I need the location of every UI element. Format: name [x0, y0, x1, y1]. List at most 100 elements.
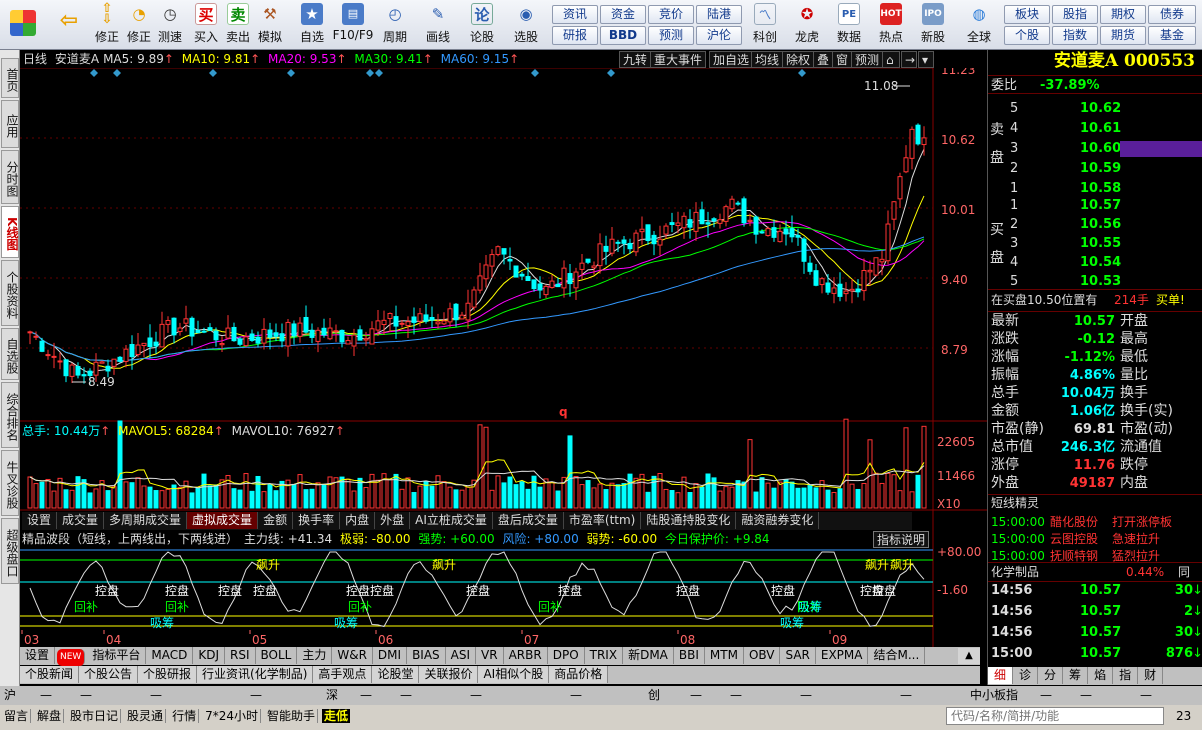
hot-button[interactable]: HOT 热点 [872, 2, 910, 48]
status-quotes[interactable]: 行情 [170, 709, 200, 723]
btab-mtm[interactable]: MTM [705, 647, 744, 664]
sell-level[interactable]: 4 10.61 [988, 119, 1202, 138]
data-button[interactable]: PE 数据 [830, 2, 868, 48]
tab-inner[interactable]: 内盘 [340, 512, 376, 529]
tab-turnover[interactable]: 换手率 [293, 512, 341, 529]
auction-button[interactable]: 竞价 [648, 5, 694, 24]
kline-chart[interactable]: 控盘回补控盘回补控盘 控盘吸筹 吸筹飙升控盘 控盘回补飙升控盘 控盘回补控盘 控盘 控盘吸筹… [20, 68, 987, 648]
info-tab-news[interactable]: 个股新闻 [20, 666, 80, 683]
buy-level[interactable]: 4 10.54 [988, 253, 1202, 272]
nav-ranking[interactable]: 综合排名 [1, 382, 19, 448]
status-247[interactable]: 7*24小时 [203, 709, 261, 723]
tag-add-watchlist[interactable]: 加自选 [709, 51, 754, 68]
arrow-icon[interactable]: → [901, 51, 917, 68]
tab-margin[interactable]: 融资融券变化 [736, 512, 820, 529]
period-button[interactable]: ◴ 周期 [376, 2, 414, 48]
detail-tab[interactable]: 诊 [1013, 667, 1039, 684]
tab-outer[interactable]: 外盘 [375, 512, 411, 529]
btab-dpo[interactable]: DPO [548, 647, 585, 664]
info-tab-announce[interactable]: 个股公告 [79, 666, 139, 683]
tab-volume[interactable]: 成交量 [57, 512, 105, 529]
detail-tab[interactable]: 指 [1113, 667, 1139, 684]
futures-button[interactable]: 期货 [1100, 26, 1146, 45]
btab-expma[interactable]: EXPMA [816, 647, 869, 664]
collapse-icon[interactable]: ▲ [958, 648, 980, 664]
index-futures-button[interactable]: 股指 [1052, 5, 1098, 24]
nav-apps[interactable]: 应用 [1, 100, 19, 148]
btab-asi[interactable]: ASI [446, 647, 477, 664]
tag-ma[interactable]: 均线 [751, 51, 784, 68]
status-lingtong[interactable]: 股灵通 [125, 709, 167, 723]
tab-virtual-volume[interactable]: 虚拟成交量 [187, 512, 259, 529]
tab-after-hours[interactable]: 盘后成交量 [493, 512, 564, 529]
buy-level[interactable]: 3 10.55 [988, 234, 1202, 253]
tag-exright[interactable]: 除权 [782, 51, 815, 68]
sell-level[interactable]: 2 10.59 [988, 159, 1202, 178]
btab-vr[interactable]: VR [476, 647, 504, 664]
tag-overlay[interactable]: 叠 [813, 51, 834, 68]
sz-label[interactable]: 深 [326, 686, 338, 705]
tab-ai-volume[interactable]: AI立桩成交量 [410, 512, 493, 529]
info-tab-ai-similar[interactable]: AI相似个股 [478, 666, 550, 683]
btab-macd[interactable]: MACD [146, 647, 194, 664]
options-button[interactable]: 期权 [1100, 5, 1146, 24]
bonds-button[interactable]: 债券 [1148, 5, 1196, 24]
forecast-button[interactable]: 预测 [648, 26, 694, 45]
btab-arbr[interactable]: ARBR [504, 647, 548, 664]
chevron-down-icon[interactable]: ▾ [918, 51, 934, 68]
industry-row[interactable]: 化学制品 0.44% 同 [988, 562, 1202, 582]
search-input[interactable] [946, 707, 1164, 725]
btab-platform[interactable]: 指标平台 [87, 647, 147, 664]
detail-tab[interactable]: 筹 [1063, 667, 1089, 684]
tag-major-event[interactable]: 重大事件 [650, 51, 707, 68]
btab-boll[interactable]: BOLL [256, 647, 298, 664]
indices-button[interactable]: 指数 [1052, 26, 1098, 45]
hk-connect-button[interactable]: 陆港 [696, 5, 742, 24]
back-button[interactable]: ⇦ [54, 2, 84, 48]
btab-obv[interactable]: OBV [744, 647, 781, 664]
buy-button[interactable]: 买买入 [190, 2, 222, 48]
buy-level[interactable]: 2 10.56 [988, 215, 1202, 234]
detail-tab[interactable]: 细 [988, 667, 1014, 684]
btab-dmi[interactable]: DMI [373, 647, 408, 664]
nav-home[interactable]: 首页 [1, 58, 19, 98]
indicator-explain-button[interactable]: 指标说明 [873, 531, 930, 548]
global-button[interactable]: ◍ 全球 [958, 2, 1000, 48]
tag-nine-turn[interactable]: 九转 [619, 51, 652, 68]
capital-button[interactable]: 资金 [600, 5, 646, 24]
lock-icon[interactable]: ⌂ [882, 51, 900, 68]
news-button[interactable]: 资讯 [552, 5, 598, 24]
btab-wr[interactable]: W&R [332, 647, 373, 664]
zxb-label[interactable]: 中小板指 [970, 686, 1018, 705]
detail-tab[interactable]: 财 [1138, 667, 1164, 684]
sell-level[interactable]: 5 10.62 [988, 99, 1202, 118]
measure-button[interactable]: ◷ 测速 [154, 2, 186, 48]
nav-super-quote[interactable]: 超级盘口 [1, 518, 19, 584]
btab-main-force[interactable]: 主力 [297, 647, 333, 664]
btab-sar[interactable]: SAR [780, 647, 816, 664]
nav-diagnose[interactable]: 牛叉诊股 [1, 450, 19, 516]
dragon-tiger-button[interactable]: ✪ 龙虎 [788, 2, 826, 48]
watchlist-button[interactable]: ★ 自选 [292, 2, 332, 48]
btab-bbi[interactable]: BBI [674, 647, 705, 664]
info-tab-forum[interactable]: 论股堂 [372, 666, 420, 683]
sh-label[interactable]: 沪 [4, 686, 16, 705]
btab-bias[interactable]: BIAS [407, 647, 446, 664]
fix-button-label[interactable]: ◔ 修正 [124, 2, 154, 48]
stocks-button[interactable]: 个股 [1004, 26, 1050, 45]
status-assistant[interactable]: 智能助手 [264, 709, 318, 723]
tab-pe[interactable]: 市盈率(ttm) [564, 512, 642, 529]
science-innovation-button[interactable]: 〽科创 [746, 2, 784, 48]
tab-multi-volume[interactable]: 多周期成交量 [104, 512, 188, 529]
tag-window[interactable]: 窗 [832, 51, 853, 68]
detail-tab[interactable]: 分 [1038, 667, 1064, 684]
sell-level[interactable]: 3 10.60 [988, 139, 1202, 158]
f10-button[interactable]: ▤ F10/F9 [332, 2, 374, 48]
new-stock-button[interactable]: IPO 新股 [914, 2, 952, 48]
status-message[interactable]: 留言 [2, 709, 32, 723]
shanghai-london-button[interactable]: 沪伦 [696, 26, 742, 45]
sector-button[interactable]: 板块 [1004, 5, 1050, 24]
buy-level[interactable]: 1 10.57 [988, 196, 1202, 215]
fix-button[interactable]: ⇧ ⇩ 修正 [90, 2, 124, 48]
bbd-button[interactable]: BBD [600, 26, 646, 45]
